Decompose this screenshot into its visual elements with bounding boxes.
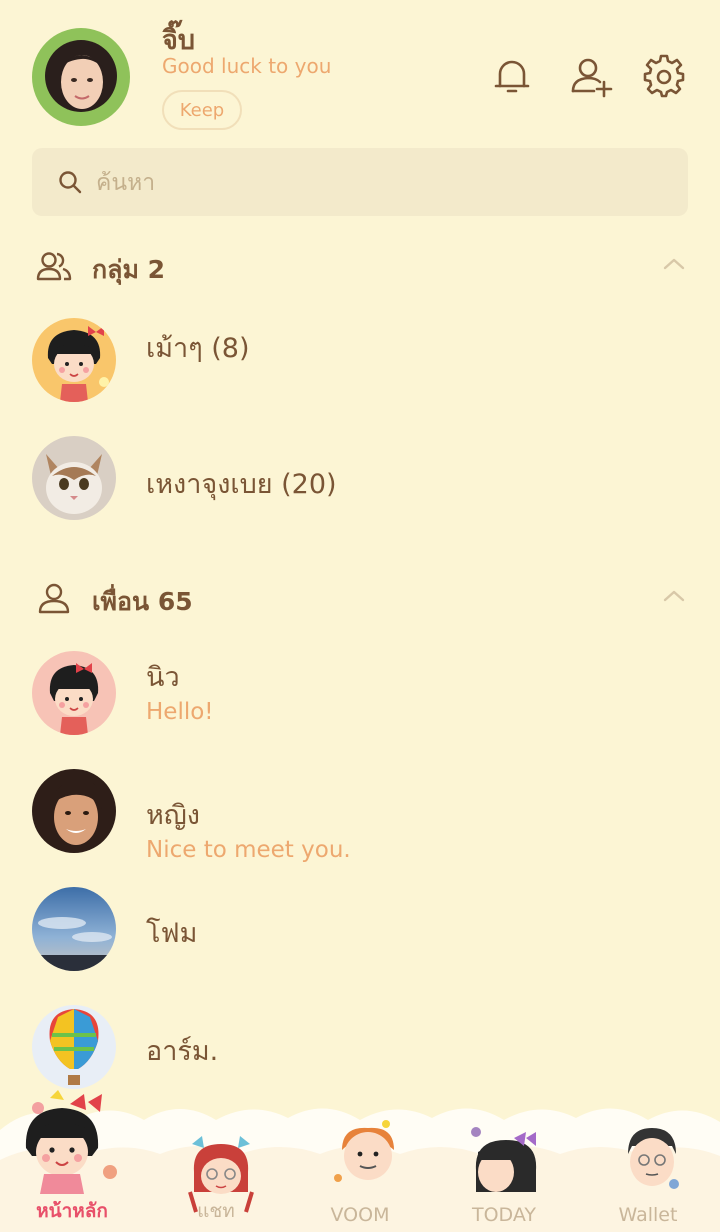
tab-label-today: TODAY: [472, 1204, 536, 1226]
friend-avatar: [32, 651, 116, 735]
friends-title: เพื่อน 65: [92, 587, 193, 616]
settings-icon[interactable]: [642, 54, 686, 98]
tab-chat[interactable]: แชท: [144, 1100, 288, 1232]
search-input[interactable]: [94, 162, 658, 204]
profile-avatar[interactable]: [32, 28, 130, 126]
wallet-tab-icon: [628, 1128, 679, 1189]
friend-avatar: [32, 769, 116, 853]
chevron-up-icon[interactable]: [660, 254, 688, 274]
group-item[interactable]: เม้าๆ (8): [0, 318, 720, 428]
add-friend-icon[interactable]: [568, 54, 613, 98]
groups-title: กลุ่ม 2: [92, 255, 166, 284]
friend-item[interactable]: นิว Hello!: [0, 651, 720, 761]
today-tab-icon: [471, 1127, 537, 1192]
friend-name: โฟม: [146, 918, 198, 949]
tab-home[interactable]: หน้าหลัก: [0, 1090, 144, 1232]
tab-label-wallet: Wallet: [618, 1204, 678, 1226]
bell-icon[interactable]: [490, 54, 534, 98]
friend-avatar: [32, 1005, 116, 1089]
tab-voom[interactable]: VOOM: [288, 1100, 432, 1232]
friends-section-header[interactable]: เพื่อน 65: [0, 568, 720, 628]
keep-button[interactable]: Keep: [162, 90, 242, 130]
groups-section-header[interactable]: กลุ่ม 2: [0, 236, 720, 296]
friend-name: อาร์ม.: [146, 1036, 219, 1067]
friend-status: Hello!: [146, 699, 214, 725]
friend-status: Nice to meet you.: [146, 837, 351, 863]
tab-label-voom: VOOM: [330, 1204, 390, 1226]
group-name: เม้าๆ (8): [146, 333, 250, 364]
friend-avatar: [32, 887, 116, 971]
bottom-tab-bar: หน้าหลัก แชท VOOM TODAY Wallet: [0, 1090, 720, 1232]
voom-tab-icon: [334, 1120, 394, 1182]
friend-item[interactable]: โฟม: [0, 887, 720, 997]
tab-label-chat: แชท: [197, 1200, 235, 1222]
home-tab-icon: [25, 1090, 117, 1194]
group-avatar: [32, 436, 116, 520]
tab-today[interactable]: TODAY: [432, 1100, 576, 1232]
group-name: เหงาจุงเบย (20): [146, 469, 337, 500]
chevron-up-icon[interactable]: [660, 586, 688, 606]
friend-item[interactable]: หญิง Nice to meet you.: [0, 769, 720, 879]
tab-wallet[interactable]: Wallet: [576, 1100, 720, 1232]
group-item[interactable]: เหงาจุงเบย (20): [0, 436, 720, 546]
group-avatar: [32, 318, 116, 402]
friend-name: หญิง: [146, 800, 200, 831]
search-bar[interactable]: [32, 148, 688, 216]
friend-name: นิว: [146, 662, 180, 693]
friend-icon: [36, 580, 72, 616]
tab-label-home: หน้าหลัก: [36, 1200, 108, 1222]
profile-status-message[interactable]: Good luck to you: [162, 54, 331, 78]
search-icon: [58, 170, 82, 194]
group-icon: [36, 248, 72, 284]
